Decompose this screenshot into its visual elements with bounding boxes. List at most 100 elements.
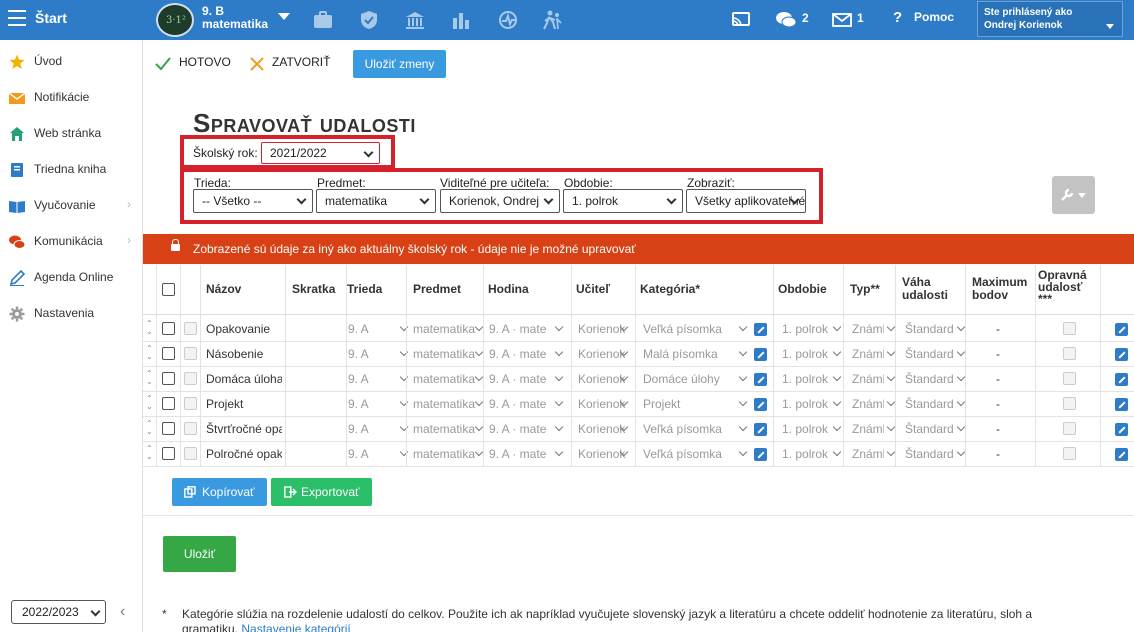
col-weight[interactable]: Váha udalosti [902,276,948,302]
check-icon[interactable] [155,57,171,71]
start-link[interactable]: Štart [35,10,67,26]
row-weight[interactable]: Štandard [905,372,965,386]
select-all-checkbox[interactable] [162,283,175,296]
row-subject[interactable]: matematika [413,422,481,436]
edit-category-icon[interactable] [754,323,767,336]
school-year-select[interactable]: 2021/2022 [261,142,380,164]
row-fix-checkbox[interactable] [1063,372,1076,385]
row-period[interactable]: 1. polrok [782,447,842,461]
row-teacher[interactable]: Korienok [578,447,626,461]
table-row[interactable]: ⌃ ⌄ Násobenie 9. A matematika 9. A · mate Kori… [143,342,1134,367]
sidebar-item-web-stranka[interactable]: Web stránka [0,120,143,150]
filter-teacher-select[interactable]: Korienok, Ondrej [440,189,560,213]
row-category[interactable]: Veľká písomka [643,322,743,336]
row-period[interactable]: 1. polrok [782,397,842,411]
export-button[interactable]: Exportovať [271,478,372,506]
row-class[interactable]: 9. A [348,397,406,411]
row-lesson[interactable]: 9. A · mate [489,322,561,336]
row-class[interactable]: 9. A [348,422,406,436]
filter-period-select[interactable]: 1. polrok [563,189,683,213]
row-teacher[interactable]: Korienok [578,397,626,411]
filter-show-select[interactable]: Všetky aplikovateľné [686,189,806,213]
sort-handle-icon[interactable]: ⌃ ⌄ [146,445,153,461]
table-row[interactable]: ⌃ ⌄ Domáca úloha 9. A matematika 9. A · mate K… [143,367,1134,392]
question-icon[interactable]: ? [893,9,902,26]
year-select[interactable]: 2022/2023 [11,600,106,624]
close-icon[interactable] [250,57,264,71]
row-lesson[interactable]: 9. A · mate [489,347,561,361]
row-class[interactable]: 9. A [348,447,406,461]
collapse-sidebar-icon[interactable]: ‹ [120,603,125,621]
bank-icon[interactable] [404,9,426,31]
sort-handle-icon[interactable]: ⌃ ⌄ [146,395,153,411]
cast-icon[interactable] [730,9,752,31]
table-row[interactable]: ⌃ ⌄ Opakovanie 9. A matematika 9. A · mate Kor… [143,317,1134,342]
row-lesson[interactable]: 9. A · mate [489,372,561,386]
close-button[interactable]: ZATVORIŤ [272,55,330,69]
edit-row-icon[interactable] [1115,398,1128,411]
row-checkbox[interactable] [162,347,175,360]
row-name[interactable]: Domáca úloha [206,372,282,386]
user-menu-caret-icon[interactable] [1106,24,1114,29]
category-settings-link[interactable]: Nastavenie kategórií [241,622,350,632]
row-category[interactable]: Veľká písomka [643,422,743,436]
bar-chart-icon[interactable] [450,9,472,31]
row-fix-checkbox[interactable] [1063,322,1076,335]
row-teacher[interactable]: Korienok [578,372,626,386]
edit-category-icon[interactable] [754,398,767,411]
row-weight[interactable]: Štandard [905,397,965,411]
row-class[interactable]: 9. A [348,347,406,361]
row-subject[interactable]: matematika [413,347,481,361]
row-weight[interactable]: Štandard [905,422,965,436]
row-fix-checkbox[interactable] [1063,422,1076,435]
row-name[interactable]: Polročné opakovanie [206,447,282,461]
done-button[interactable]: HOTOVO [179,55,231,69]
row-teacher[interactable]: Korienok [578,347,626,361]
table-row[interactable]: ⌃ ⌄ Projekt 9. A matematika 9. A · mate Korien… [143,392,1134,417]
walking-icon[interactable] [541,9,563,31]
briefcase-icon[interactable] [312,9,334,31]
col-category[interactable]: Kategória* [640,283,700,296]
row-type[interactable]: Známka [852,397,884,411]
row-fix-checkbox[interactable] [1063,397,1076,410]
col-teacher[interactable]: Učiteľ [576,283,610,296]
mail-icon[interactable] [831,9,853,31]
row-lesson[interactable]: 9. A · mate [489,447,561,461]
row-period[interactable]: 1. polrok [782,347,842,361]
edit-row-icon[interactable] [1115,323,1128,336]
row-checkbox[interactable] [162,372,175,385]
filter-class-select[interactable]: -- Všetko -- [193,189,313,213]
row-subject[interactable]: matematika [413,397,481,411]
row-checkbox[interactable] [162,422,175,435]
class-caret-icon[interactable] [278,13,290,20]
col-subject[interactable]: Predmet [413,283,461,296]
edit-row-icon[interactable] [1115,448,1128,461]
hamburger-menu-icon[interactable] [8,10,26,26]
row-period[interactable]: 1. polrok [782,322,842,336]
row-type[interactable]: Známka [852,372,884,386]
row-lesson[interactable]: 9. A · mate [489,422,561,436]
row-type[interactable]: Známka [852,447,884,461]
edit-category-icon[interactable] [754,448,767,461]
col-abbr[interactable]: Skratka [292,283,335,296]
row-category[interactable]: Projekt [643,397,743,411]
row-class[interactable]: 9. A [348,372,406,386]
row-type[interactable]: Známka [852,347,884,361]
edit-category-icon[interactable] [754,373,767,386]
shield-icon[interactable] [358,9,380,31]
edit-category-icon[interactable] [754,423,767,436]
edit-row-icon[interactable] [1115,348,1128,361]
row-category[interactable]: Veľká písomka [643,447,743,461]
sort-handle-icon[interactable]: ⌃ ⌄ [146,345,153,361]
row-name[interactable]: Projekt [206,397,282,411]
row-type[interactable]: Známka [852,422,884,436]
row-fix-checkbox[interactable] [1063,347,1076,360]
row-subject[interactable]: matematika [413,447,481,461]
row-name[interactable]: Opakovanie [206,322,282,336]
col-class[interactable]: Trieda [347,283,382,296]
row-subject[interactable]: matematika [413,372,481,386]
sort-handle-icon[interactable]: ⌃ ⌄ [146,320,153,336]
sidebar-item-agenda-online[interactable]: Agenda Online [0,264,143,294]
row-checkbox[interactable] [162,322,175,335]
save-button[interactable]: Uložiť [163,536,236,572]
